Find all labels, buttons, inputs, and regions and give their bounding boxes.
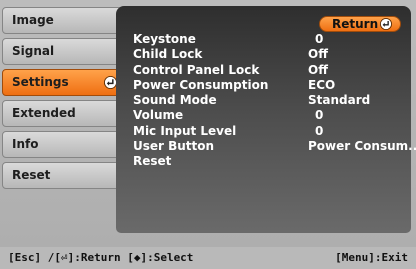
setting-value: 0 <box>315 32 324 46</box>
sidebar-item-extended[interactable]: Extended <box>2 100 122 127</box>
setting-value: Power Consum... <box>308 139 416 154</box>
key-help-right: [Menu]:Exit <box>335 251 408 264</box>
setting-label: Child Lock <box>133 47 203 62</box>
setting-label: Keystone <box>133 32 196 46</box>
return-button[interactable]: Return <box>319 16 401 32</box>
setting-label: User Button <box>133 139 215 154</box>
sidebar-item-signal[interactable]: Signal <box>2 38 122 65</box>
sidebar-item-image[interactable]: Image <box>2 7 122 34</box>
sidebar-item-info[interactable]: Info <box>2 131 122 158</box>
sidebar-item-label: Info <box>12 137 39 151</box>
sidebar-item-label: Extended <box>12 106 76 120</box>
key-help-left: [Esc] /[⏎]:Return [◆]:Select <box>8 251 194 264</box>
setting-label: Volume <box>133 108 184 123</box>
setting-label: Reset <box>133 154 172 169</box>
setting-label: Mic Input Level <box>133 123 237 138</box>
setting-value: 0 <box>315 108 324 123</box>
sidebar-item-label: Settings <box>12 75 69 89</box>
setting-value: Off <box>308 47 328 62</box>
setting-value: Off <box>308 62 328 77</box>
sidebar-item-label: Signal <box>12 44 55 58</box>
setting-label: Power Consumption <box>133 77 269 92</box>
setting-label: Sound Mode <box>133 93 217 108</box>
sidebar-item-label: Image <box>12 13 54 27</box>
sidebar-item-settings[interactable]: Settings <box>2 69 126 96</box>
sidebar: Image Signal Settings Extended Info Rese… <box>2 7 126 193</box>
return-button-label: Return <box>332 17 379 31</box>
setting-value: Standard <box>308 93 371 108</box>
sidebar-item-label: Reset <box>12 168 51 182</box>
setting-value: ECO <box>308 77 336 92</box>
setting-label: Control Panel Lock <box>133 62 260 77</box>
enter-return-icon <box>380 18 392 30</box>
key-help-bar: [Esc] /[⏎]:Return [◆]:Select [Menu]:Exit <box>0 247 416 269</box>
settings-panel: Return Keystone 0 Child Lock Off Control… <box>116 6 416 233</box>
projector-osd-menu: Image Signal Settings Extended Info Rese… <box>0 0 416 247</box>
sidebar-item-reset[interactable]: Reset <box>2 162 122 189</box>
setting-value: 0 <box>315 123 324 138</box>
